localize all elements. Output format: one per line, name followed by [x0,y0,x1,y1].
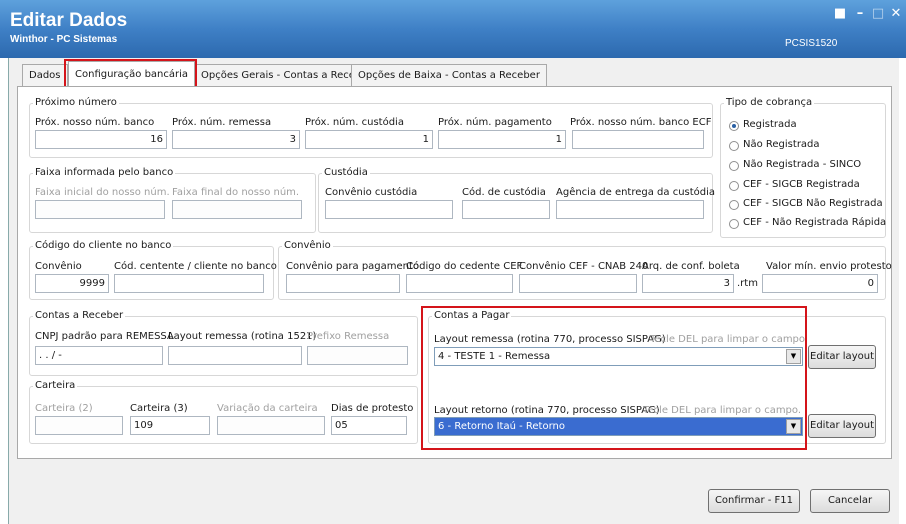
label-cod-custodia: Cód. de custódia [462,187,546,198]
label-arq-conf-boleta: Arq. de conf. boleta [642,261,740,272]
cliente-title: Código do cliente no banco [33,240,174,251]
window-subtitle: Winthor - PC Sistemas [10,34,118,45]
radio-cef-sigcb-registrada[interactable] [729,181,739,191]
label-registrada: Registrada [743,119,797,130]
convenio-cef-cnab-input[interactable] [519,274,637,293]
prox-nosso-banco-input[interactable]: 16 [35,130,167,149]
layout-remessa-value: 4 - TESTE 1 - Remessa [438,351,551,362]
routine-code: PCSIS1520 [785,38,838,49]
carteira-3-input[interactable]: 109 [130,416,210,435]
cod-cedente-cef-input[interactable] [406,274,513,293]
cnpj-remessa-input[interactable]: . . / - [35,346,163,365]
label-cnpj-remessa: CNPJ padrão para REMESSA [35,331,174,342]
cancel-button[interactable]: Cancelar [810,489,890,513]
label-agencia-custodia: Agência de entrega da custódia [556,187,716,198]
radio-nao-registrada-sinco[interactable] [729,161,739,171]
label-variacao-carteira: Variação da carteira [217,403,318,414]
prefixo-remessa-input [307,346,408,365]
label-faixa-inicial: Faixa inicial do nosso núm. [35,187,170,198]
hint-del-retorno: Tecle DEL para limpar o campo. [643,405,802,416]
label-dias-protesto: Dias de protesto [331,403,414,414]
radio-cef-sigcb-nao-registrada[interactable] [729,200,739,210]
contas-receber-title: Contas a Receber [33,310,126,321]
tipo-cobranca-title: Tipo de cobrança [724,97,815,108]
dias-protesto-input[interactable]: 05 [331,416,407,435]
valor-min-protesto-input[interactable]: 0 [762,274,878,293]
label-nao-registrada: Não Registrada [743,139,820,150]
layout-retorno-select[interactable]: 6 - Retorno Itaú - Retorno ▼ [434,417,803,436]
faixa-final-input [172,200,302,219]
label-cod-cedente-cef: Código do cedente CEF. [406,261,524,272]
label-faixa-final: Faixa final do nosso núm. [172,187,300,198]
carteira-title: Carteira [33,380,78,391]
label-valor-min-protesto: Valor mín. envio protesto [766,261,892,272]
label-prox-custodia: Próx. núm. custódia [305,117,404,128]
editar-layout-remessa-button[interactable]: Editar layout [808,345,876,369]
window-title: Editar Dados [10,10,128,31]
convenio-pagamento-input[interactable] [286,274,400,293]
maximize-icon[interactable]: □ [870,6,886,21]
dropdown-arrow-icon[interactable]: ▼ [786,349,801,364]
radio-nao-registrada[interactable] [729,141,739,151]
tab-opcoes-baixa[interactable]: Opções de Baixa - Contas a Receber [351,64,547,87]
prox-nosso-ecf-input[interactable] [572,130,704,149]
minimize-icon[interactable]: – [852,6,868,21]
title-bar: Editar Dados Winthor - PC Sistemas PCSIS… [0,0,906,58]
tab-configuracao-bancaria[interactable]: Configuração bancária [68,61,196,88]
carteira-group [29,386,418,444]
label-cef-nao-registrada-rapida: CEF - Não Registrada Rápida [743,217,887,228]
label-cef-sigcb-nao-registrada: CEF - SIGCB Não Registrada [743,198,883,209]
label-layout-remessa-770: Layout remessa (rotina 770, processo SIS… [434,334,666,345]
cod-cedente-cliente-input[interactable] [114,274,264,293]
label-carteira-2: Carteira (2) [35,403,93,414]
convenio-input[interactable]: 9999 [35,274,109,293]
label-prox-nosso-banco: Próx. nosso núm. banco [35,117,155,128]
proximo-numero-title: Próximo número [33,97,119,108]
label-cod-cedente-cliente: Cód. centente / cliente no banco [114,261,277,272]
label-convenio-cef-cnab: Convênio CEF - CNAB 240 [519,261,649,272]
cod-custodia-input[interactable] [462,200,550,219]
restore-icon[interactable]: ■ [832,6,848,21]
faixa-title: Faixa informada pelo banco [33,167,176,178]
radio-cef-nao-registrada-rapida[interactable] [729,219,739,229]
arq-conf-boleta-input[interactable]: 3 [642,274,734,293]
label-convenio: Convênio [35,261,82,272]
label-carteira-3: Carteira (3) [130,403,188,414]
contas-pagar-title: Contas a Pagar [432,310,512,321]
prox-custodia-input[interactable]: 1 [305,130,433,149]
label-layout-remessa-1521: Layout remessa (rotina 1521) [168,331,317,342]
convenio-custodia-input[interactable] [325,200,453,219]
layout-remessa-select[interactable]: 4 - TESTE 1 - Remessa ▼ [434,347,803,366]
label-prox-remessa: Próx. núm. remessa [172,117,272,128]
rtm-suffix: .rtm [737,278,758,289]
prox-pagamento-input[interactable]: 1 [438,130,566,149]
variacao-carteira-input [217,416,325,435]
label-layout-retorno-770: Layout retorno (rotina 770, processo SIS… [434,405,660,416]
agencia-custodia-input[interactable] [556,200,704,219]
label-prox-nosso-ecf: Próx. nosso núm. banco ECF [570,117,712,128]
carteira-2-input [35,416,123,435]
radio-registrada[interactable] [729,121,739,131]
editar-layout-retorno-button[interactable]: Editar layout [808,414,876,438]
label-nao-registrada-sinco: Não Registrada - SINCO [743,159,862,170]
close-icon[interactable]: ✕ [888,6,904,21]
hint-del-remessa: Tecle DEL para limpar o campo. [650,334,809,345]
layout-remessa-1521-input[interactable] [168,346,302,365]
label-prefixo-remessa: Prefixo Remessa [307,331,390,342]
tab-dados[interactable]: Dados [22,64,68,87]
label-convenio-custodia: Convênio custódia [325,187,418,198]
label-prox-pagamento: Próx. núm. pagamento [438,117,552,128]
prox-remessa-input[interactable]: 3 [172,130,300,149]
confirm-button[interactable]: Confirmar - F11 [708,489,800,513]
faixa-inicial-input [35,200,165,219]
dropdown-arrow-icon[interactable]: ▼ [786,419,801,434]
label-cef-sigcb-registrada: CEF - SIGCB Registrada [743,179,860,190]
layout-retorno-value: 6 - Retorno Itaú - Retorno [438,421,565,432]
custodia-title: Custódia [322,167,370,178]
convenio-title: Convênio [282,240,333,251]
label-convenio-pagamento: Convênio para pagamento [286,261,420,272]
